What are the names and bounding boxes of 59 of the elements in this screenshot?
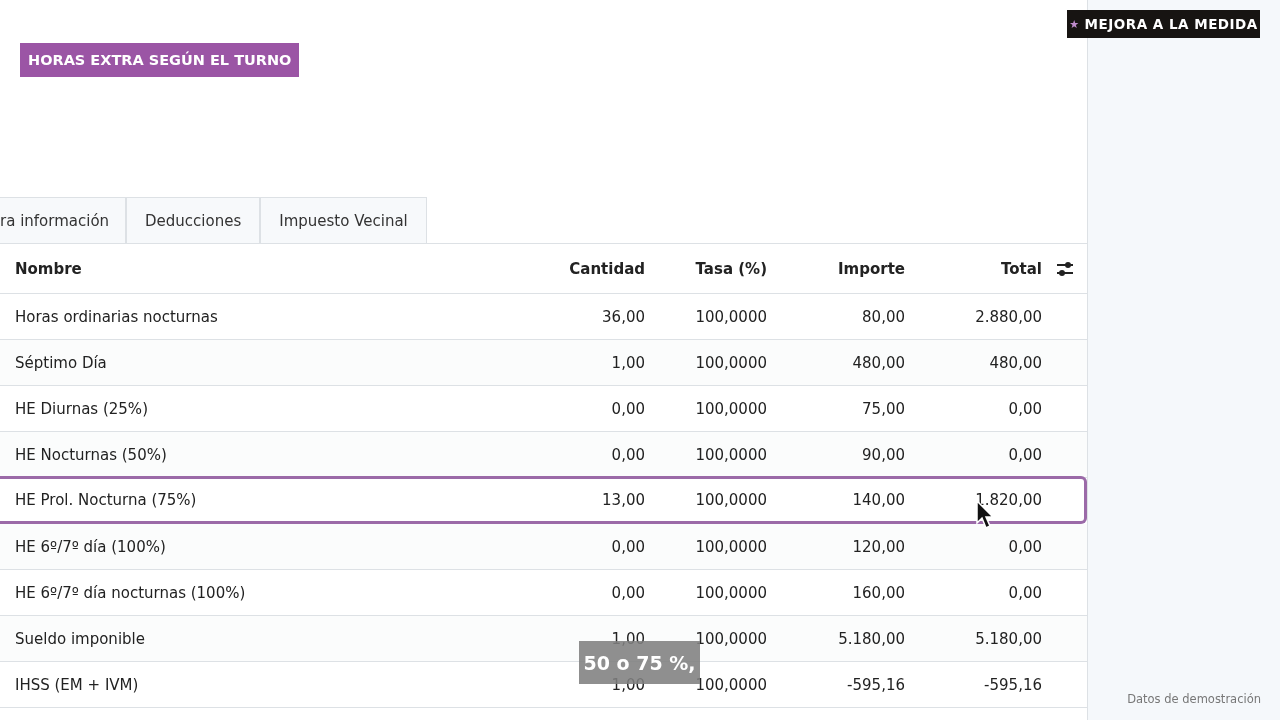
- table-cell-text: 0,00: [1007, 445, 1042, 464]
- table-cell-text: 5.180,00: [837, 629, 905, 648]
- table-cell-text: 90,00: [861, 445, 905, 464]
- subtitle-caption: 50 o 75 %,: [579, 641, 700, 684]
- table-row[interactable]: Séptimo Día 1,00 100,0000 480,00 480,00: [0, 340, 1087, 386]
- table-cell-text: 100,0000: [694, 537, 767, 556]
- table-cell-text: Séptimo Día: [15, 353, 108, 372]
- column-header[interactable]: Tasa (%): [645, 259, 767, 278]
- table-cell-text: 160,00: [851, 583, 905, 602]
- table-cell-text: IHSS (EM + IVM): [15, 675, 140, 694]
- column-header[interactable]: Cantidad: [525, 259, 645, 278]
- table-cell-text: Sueldo imponible: [15, 629, 146, 648]
- table-cell-text: 2.880,00: [974, 307, 1042, 326]
- table-cell-text: -595,16: [846, 675, 905, 694]
- table-cell-text: HE 6º/7º día nocturnas (100%): [15, 583, 247, 602]
- table-cell-text: Horas ordinarias nocturnas: [15, 307, 219, 326]
- tab[interactable]: ra información: [0, 197, 126, 243]
- table-row[interactable]: HE Nocturnas (50%) 0,00 100,0000 90,00 0,00: [0, 432, 1087, 478]
- demo-data-note: Datos de demostración: [1127, 692, 1261, 706]
- column-header[interactable]: Nombre: [15, 259, 525, 278]
- table-cell-text: 0,00: [1007, 537, 1042, 556]
- table-cell-text: HE Nocturnas (50%): [15, 445, 168, 464]
- table-cell-text: 0,00: [610, 583, 645, 602]
- promo-label: MEJORA A LA MEDIDA: [1084, 16, 1258, 32]
- table-cell-text: 0,00: [610, 537, 645, 556]
- table-cell-text: 75,00: [861, 399, 905, 418]
- table-cell-text: 480,00: [988, 353, 1042, 372]
- table-cell-text: 5.180,00: [974, 629, 1042, 648]
- table-cell-text: 100,0000: [694, 491, 767, 509]
- table-cell-text: HE Prol. Nocturna (75%): [15, 491, 198, 509]
- column-header[interactable]: Importe: [767, 259, 905, 278]
- table-cell-text: 36,00: [601, 307, 645, 326]
- column-header[interactable]: Total: [905, 259, 1042, 278]
- table-cell-text: 1,00: [610, 353, 645, 372]
- settings-sliders-icon[interactable]: [1054, 259, 1075, 278]
- table-cell-text: HE 6º/7º día (100%): [15, 537, 167, 556]
- table-cell-text: 480,00: [851, 353, 905, 372]
- table-cell-text: 100,0000: [694, 445, 767, 464]
- star-icon: ★: [1069, 17, 1080, 31]
- table-cell-text: 100,0000: [694, 583, 767, 602]
- table-cell-text: 0,00: [1007, 399, 1042, 418]
- table-cell-text: 13,00: [601, 491, 645, 509]
- table-cell-text: HE Diurnas (25%): [15, 399, 149, 418]
- table-cell-text: 0,00: [1007, 583, 1042, 602]
- tab[interactable]: Deducciones: [126, 197, 261, 243]
- tab[interactable]: Impuesto Vecinal: [260, 197, 427, 243]
- table-cell-text: 1.820,00: [974, 491, 1042, 509]
- tag-label: HORAS EXTRA SEGÚN EL TURNO: [20, 43, 300, 77]
- table-cell-text: 100,0000: [694, 353, 767, 372]
- table-cell-text: 100,0000: [694, 399, 767, 418]
- table-row[interactable]: HE Prol. Nocturna (75%) 13,00 100,0000 140,00 1.820,00: [0, 476, 1087, 524]
- table-cell-text: 0,00: [610, 445, 645, 464]
- table-cell-text: 100,0000: [694, 307, 767, 326]
- table-cell-text: 0,00: [610, 399, 645, 418]
- table-cell-text: -595,16: [983, 675, 1042, 694]
- table-row[interactable]: HE 6º/7º día (100%) 0,00 100,0000 120,00 0,00: [0, 524, 1087, 570]
- table-cell-text: 140,00: [851, 491, 905, 509]
- table-cell-text: 120,00: [851, 537, 905, 556]
- table-cell-text: 80,00: [861, 307, 905, 326]
